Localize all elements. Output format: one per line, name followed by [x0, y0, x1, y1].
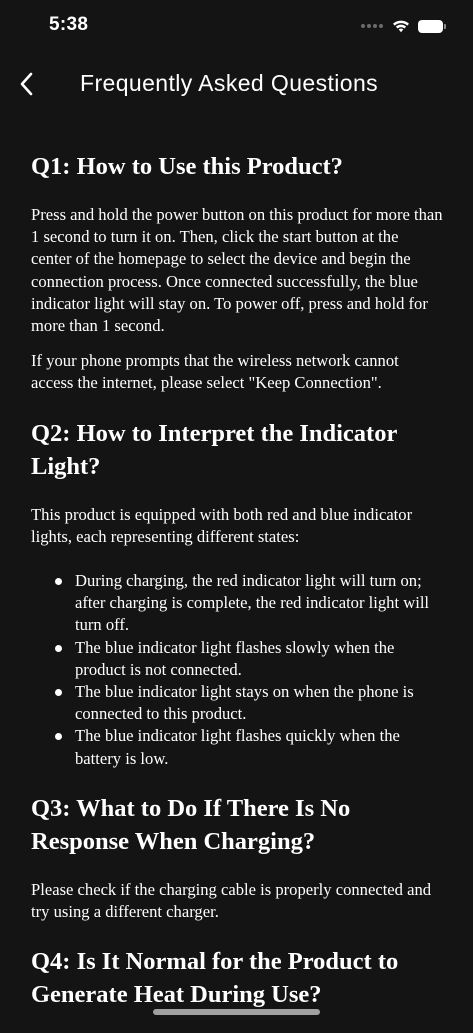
faq-question-heading: Q1: How to Use this Product? — [31, 153, 343, 180]
bullet-icon — [55, 733, 62, 741]
list-item: The blue indicator light stays on when t… — [55, 681, 443, 725]
signal-icon — [361, 24, 383, 28]
bullet-icon — [55, 644, 62, 652]
faq-answer-paragraph: Press and hold the power button on this … — [31, 205, 443, 336]
status-icons — [361, 17, 446, 35]
list-item: The blue indicator light flashes slowly … — [55, 637, 443, 681]
navigation-bar: Frequently Asked Questions — [0, 56, 473, 112]
wifi-icon — [393, 20, 409, 33]
list-item-text: The blue indicator light flashes quickly… — [75, 726, 400, 768]
faq-answer-paragraph: This product is equipped with both red a… — [31, 504, 413, 546]
faq-answer-paragraph: If your phone prompts that the wireless … — [31, 351, 399, 393]
list-item-text: The blue indicator light stays on when t… — [75, 682, 414, 724]
list-item-text: The blue indicator light flashes slowly … — [75, 637, 395, 679]
status-bar: 5:38 — [0, 0, 473, 54]
home-indicator[interactable] — [153, 1009, 320, 1015]
bullet-icon — [55, 689, 62, 697]
faq-section-q4: Q4: Is It Normal for the Product to Gene… — [31, 945, 443, 1011]
list-item: The blue indicator light flashes quickly… — [55, 725, 443, 769]
indicator-states-list: During charging, the red indicator light… — [31, 570, 443, 770]
chevron-left-icon — [20, 72, 33, 96]
list-item: During charging, the red indicator light… — [55, 570, 443, 637]
faq-answer-paragraph: Please check if the charging cable is pr… — [31, 879, 432, 922]
page-title: Frequently Asked Questions — [80, 70, 379, 96]
status-time: 5:38 — [49, 14, 89, 35]
back-button[interactable] — [8, 64, 44, 104]
faq-question-heading: Q4: Is It Normal for the Product to Gene… — [31, 948, 399, 1009]
bullet-icon — [55, 578, 62, 586]
faq-section-q2: Q2: How to Interpret the Indicator Light… — [31, 417, 443, 770]
faq-section-q3: Q3: What to Do If There Is No Response W… — [31, 792, 443, 923]
faq-question-heading: Q3: What to Do If There Is No Response W… — [31, 794, 351, 855]
battery-icon — [418, 19, 446, 33]
faq-question-heading: Q2: How to Interpret the Indicator Light… — [31, 419, 397, 480]
faq-content[interactable]: Q1: How to Use this Product? Press and h… — [31, 150, 443, 1033]
faq-section-q1: Q1: How to Use this Product? Press and h… — [31, 150, 443, 395]
list-item-text: During charging, the red indicator light… — [75, 571, 430, 635]
